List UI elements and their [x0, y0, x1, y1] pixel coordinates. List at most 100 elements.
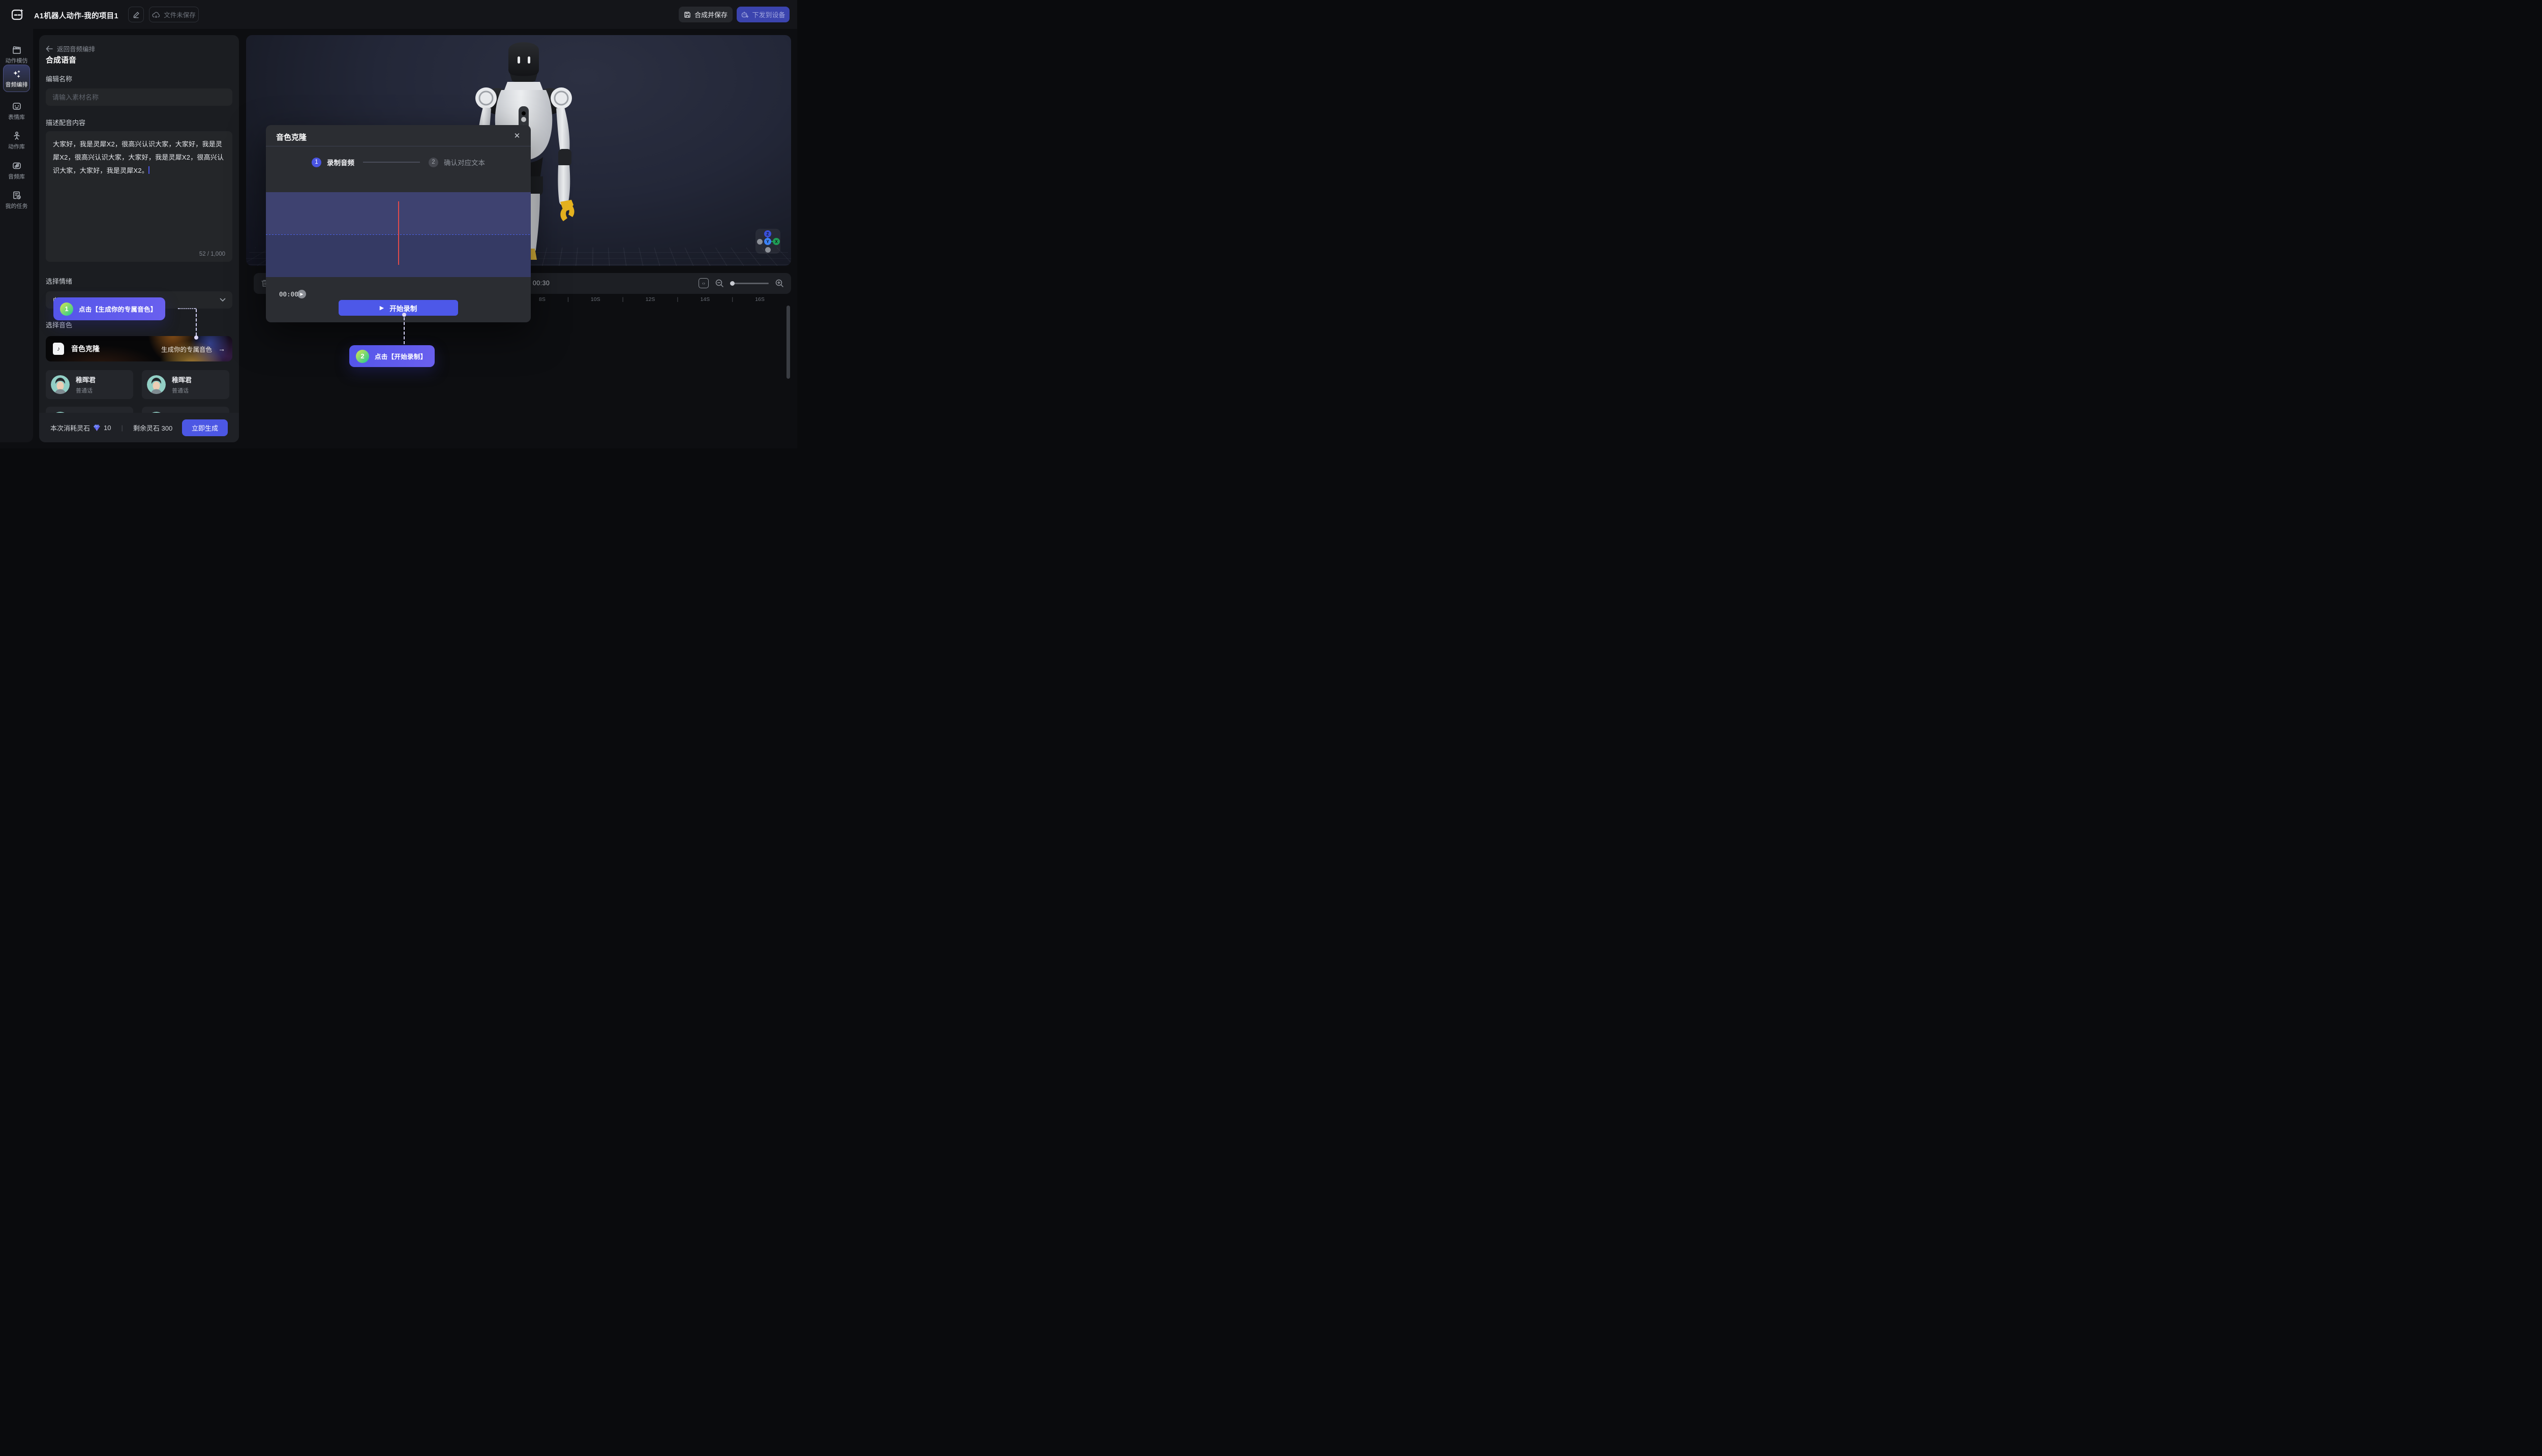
arrow-left-icon [46, 46, 53, 52]
voice-card[interactable] [46, 407, 133, 413]
timeline-ruler[interactable]: 8S | 10S | 12S | 14S | 16S [539, 296, 765, 302]
back-to-audio-arrange-link[interactable]: 返回音频编排 [46, 44, 95, 53]
tick-label: 10S [591, 296, 600, 302]
voice-clone-modal: 音色克隆 ✕ 1 录制音频 2 确认对应文本 00:00 ▶ ▶ 开始录制 [266, 125, 531, 322]
start-record-button[interactable]: ▶ 开始录制 [339, 300, 458, 316]
deploy-button-label: 下发到设备 [752, 10, 785, 19]
sidebar: 动作模仿 音频编排 表情库 动作库 音频库 我的任务 [0, 29, 33, 442]
tour2-connector-line [404, 317, 405, 344]
axis-y-handle[interactable]: Y [764, 238, 771, 245]
voiceover-content-textarea[interactable]: 大家好，我是灵犀X2，很高兴认识大家，大家好，我是灵犀X2，很高兴认识大家，大家… [46, 131, 232, 262]
voiceover-content-text: 大家好，我是灵犀X2，很高兴认识大家，大家好，我是灵犀X2，很高兴认识大家，大家… [53, 140, 224, 174]
step-indicator: 1 录制音频 2 确认对应文本 [266, 157, 531, 167]
sidebar-item-audio-library[interactable]: 音频库 [0, 161, 33, 180]
cost-row: 本次消耗灵石 10 | 剩余灵石 300 [50, 423, 172, 433]
tour1-connector-dot [194, 336, 198, 340]
sidebar-label: 表情库 [8, 113, 25, 121]
generate-footer: 本次消耗灵石 10 | 剩余灵石 300 立即生成 [39, 413, 239, 442]
waveform-panel [266, 192, 531, 277]
gem-icon [93, 424, 101, 432]
voice-name: 稚晖君 [172, 375, 192, 384]
zoom-in-icon[interactable] [775, 279, 784, 288]
fit-to-width-icon[interactable]: ‹› [699, 278, 709, 288]
cost-value: 10 [104, 424, 111, 432]
voice-card[interactable]: 稚晖君普通话 [142, 370, 229, 399]
timeline-scrollbar[interactable] [786, 306, 790, 379]
tour1-connector-line [178, 308, 196, 309]
play-icon[interactable]: ▶ [297, 290, 306, 298]
floppy-icon [684, 11, 691, 18]
arrow-right-icon: → [218, 345, 225, 353]
tick-label: 14S [700, 296, 710, 302]
music-library-icon [12, 161, 22, 171]
generate-now-button[interactable]: 立即生成 [182, 419, 228, 436]
tour-step-2-badge: 2 [356, 350, 369, 363]
top-bar: A1机器人动作-我的项目1 文件未保存 合成并保存 下发到设备 [0, 0, 797, 29]
tick-label: 8S [539, 296, 546, 302]
tick-mark: | [732, 296, 733, 302]
modal-title: 音色克隆 [276, 132, 307, 142]
axis-x-handle[interactable]: X [773, 238, 780, 245]
cost-label: 本次消耗灵石 [50, 423, 90, 433]
music-doc-icon: ♪ [53, 343, 64, 355]
tick-label: 12S [646, 296, 655, 302]
chevron-down-icon [220, 298, 226, 302]
axis-neg-handle[interactable] [765, 247, 771, 253]
timeline-zoom-slider[interactable] [730, 281, 769, 285]
panel-title: 合成语音 [46, 54, 76, 65]
sidebar-item-motion-mimic[interactable]: 动作模仿 [0, 45, 33, 65]
voice-clone-card[interactable]: ♪ 音色克隆 生成你的专属音色 → [46, 336, 232, 361]
voice-card[interactable] [142, 407, 229, 413]
tour-step-2-tooltip: 2 点击【开始录制】 [349, 345, 435, 367]
save-button-label: 合成并保存 [694, 10, 728, 19]
emotion-field-label: 选择情绪 [46, 276, 72, 286]
tour2-connector-dot [402, 313, 406, 317]
sidebar-label: 音频编排 [6, 80, 28, 88]
app-root: A1机器人动作-我的项目1 文件未保存 合成并保存 下发到设备 动作模仿 音频编… [0, 0, 797, 448]
save-and-synthesize-button[interactable]: 合成并保存 [679, 7, 733, 22]
zoom-out-icon[interactable] [715, 279, 724, 288]
record-playhead [398, 201, 399, 265]
sidebar-item-motion-library[interactable]: 动作库 [0, 131, 33, 150]
person-icon [12, 131, 22, 141]
tour-step-1-text: 点击【生成你的专属音色】 [79, 304, 157, 314]
back-link-label: 返回音频编排 [57, 44, 95, 53]
file-status-text: 文件未保存 [164, 10, 196, 19]
clapperboard-icon [12, 45, 22, 55]
deploy-to-device-button[interactable]: 下发到设备 [737, 7, 790, 22]
sidebar-label: 动作模仿 [6, 56, 28, 65]
axis-gizmo[interactable]: Z Y X [755, 229, 780, 254]
voice-clone-title: 音色克隆 [71, 344, 100, 354]
step-2-label: 确认对应文本 [444, 157, 485, 167]
balance-text: 剩余灵石 300 [133, 423, 172, 433]
tick-mark: | [567, 296, 569, 302]
voice-card[interactable]: 稚晖君普通话 [46, 370, 133, 399]
voice-name: 稚晖君 [76, 375, 96, 384]
tasks-icon [12, 190, 22, 200]
sidebar-label: 我的任务 [6, 202, 28, 210]
record-timer: 00:00 [279, 290, 298, 298]
sidebar-item-my-tasks[interactable]: 我的任务 [0, 190, 33, 210]
record-button-label: 开始录制 [389, 303, 417, 313]
sidebar-item-audio-arrange[interactable]: 音频编排 [3, 65, 30, 92]
project-title: A1机器人动作-我的项目1 [34, 10, 118, 21]
step-1-label: 录制音频 [327, 157, 354, 167]
step-2-number: 2 [429, 158, 438, 167]
axis-neg-handle[interactable] [757, 239, 763, 245]
text-cursor [148, 166, 149, 174]
rename-project-button[interactable] [128, 7, 144, 22]
material-name-input[interactable] [46, 88, 232, 106]
file-status-badge: 文件未保存 [149, 7, 199, 22]
close-icon[interactable]: ✕ [512, 131, 522, 140]
voice-language: 普通话 [76, 386, 96, 395]
sidebar-label: 动作库 [8, 142, 25, 150]
name-field-label: 编辑名称 [46, 74, 72, 83]
tick-mark: | [622, 296, 624, 302]
sidebar-item-expression-library[interactable]: 表情库 [0, 101, 33, 121]
content-field-label: 描述配音内容 [46, 117, 85, 127]
timeline-zoom-controls: ‹› [699, 278, 784, 288]
axis-z-handle[interactable]: Z [764, 230, 771, 237]
divider: | [121, 424, 123, 432]
slider-thumb[interactable] [730, 281, 735, 286]
robot-download-icon [741, 11, 749, 18]
